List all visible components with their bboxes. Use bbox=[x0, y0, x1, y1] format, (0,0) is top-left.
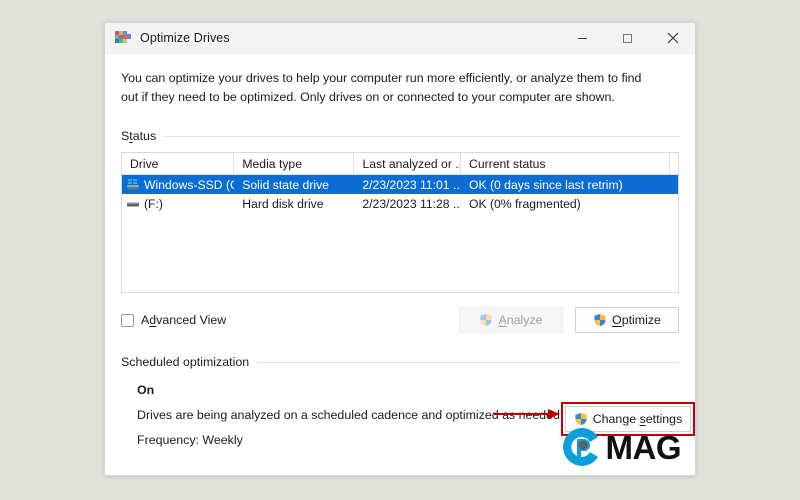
close-button[interactable] bbox=[650, 23, 695, 54]
minimize-button[interactable] bbox=[560, 23, 605, 54]
intro-text: You can optimize your drives to help you… bbox=[121, 71, 642, 104]
cell-drive-label: (F:) bbox=[144, 196, 163, 211]
advanced-view-checkbox[interactable]: Advanced View bbox=[121, 313, 226, 327]
cmag-logo-icon bbox=[560, 425, 604, 469]
drives-list[interactable]: Drive Media type Last analyzed or ... Cu… bbox=[121, 152, 679, 293]
cell-current-status: OK (0% fragmented) bbox=[468, 196, 581, 211]
optimize-button-label: Optimize bbox=[612, 313, 661, 327]
scheduled-group-rule bbox=[257, 361, 679, 363]
analyze-button-label: Analyze bbox=[498, 313, 543, 327]
window-content: You can optimize your drives to help you… bbox=[105, 54, 695, 475]
cell-current-status: OK (0 days since last retrim) bbox=[468, 177, 623, 192]
cell-media-type: Hard disk drive bbox=[242, 196, 324, 211]
column-header-spacer[interactable] bbox=[670, 153, 678, 174]
cell-drive-label: Windows-SSD (C:) bbox=[144, 177, 234, 192]
analyze-button[interactable]: Analyze bbox=[459, 307, 563, 333]
uac-shield-icon bbox=[574, 412, 588, 426]
optimize-button[interactable]: Optimize bbox=[575, 307, 679, 333]
drives-list-header: Drive Media type Last analyzed or ... Cu… bbox=[122, 153, 678, 175]
scheduled-group-header: Scheduled optimization bbox=[121, 355, 679, 369]
column-header-last-analyzed[interactable]: Last analyzed or ... bbox=[354, 153, 462, 174]
status-group-header: Status bbox=[121, 129, 679, 143]
defrag-blocks-icon bbox=[115, 30, 131, 46]
column-header-current-status[interactable]: Current status bbox=[461, 153, 670, 174]
advanced-view-checkbox-box[interactable] bbox=[121, 313, 134, 327]
advanced-view-label: Advanced View bbox=[141, 313, 227, 327]
cell-drive: (F:) bbox=[122, 197, 234, 211]
actions-row: Advanced View Analyze Optimize bbox=[121, 307, 679, 333]
system-drive-icon bbox=[126, 178, 140, 191]
window-title: Optimize Drives bbox=[140, 31, 230, 45]
cell-media-type: Solid state drive bbox=[242, 177, 329, 192]
status-group-label: Status bbox=[121, 129, 157, 143]
change-settings-label: Change settings bbox=[592, 412, 683, 426]
uac-shield-icon bbox=[593, 313, 607, 327]
column-header-media-type[interactable]: Media type bbox=[234, 153, 355, 174]
schedule-state: On bbox=[137, 383, 155, 397]
maximize-button[interactable] bbox=[605, 23, 650, 54]
optimize-drives-window: Optimize Drives You can optimize your dr… bbox=[104, 22, 696, 476]
red-arrow-icon bbox=[494, 407, 560, 419]
cell-last-analyzed: 2/23/2023 11:28 ... bbox=[362, 196, 461, 211]
hard-disk-icon bbox=[126, 198, 140, 210]
cell-last-analyzed: 2/23/2023 11:01 ... bbox=[362, 177, 461, 192]
column-header-drive[interactable]: Drive bbox=[122, 153, 235, 174]
scheduled-group-label: Scheduled optimization bbox=[121, 355, 250, 369]
cell-drive: Windows-SSD (C:) bbox=[122, 178, 234, 192]
title-bar[interactable]: Optimize Drives bbox=[105, 23, 695, 54]
cmag-watermark-text: MAG bbox=[605, 428, 682, 466]
table-row[interactable]: (F:) Hard disk drive 2/23/2023 11:28 ...… bbox=[122, 194, 678, 213]
uac-shield-icon bbox=[479, 313, 493, 327]
table-row[interactable]: Windows-SSD (C:) Solid state drive 2/23/… bbox=[122, 175, 678, 194]
cmag-watermark: MAG bbox=[560, 425, 682, 469]
status-group-rule bbox=[164, 135, 679, 137]
